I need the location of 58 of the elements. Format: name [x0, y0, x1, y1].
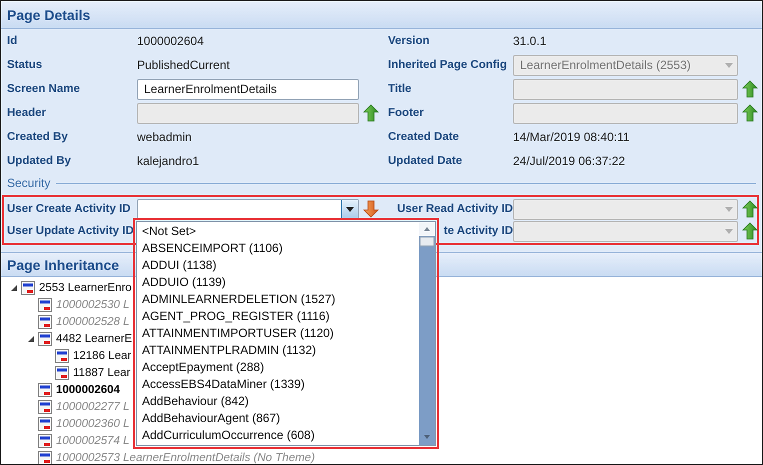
field-label: Version [388, 35, 431, 47]
page-icon [38, 434, 52, 448]
page-icon [55, 366, 69, 380]
dropdown-option[interactable]: ADDUI (1138) [142, 256, 419, 274]
field-value: 1000002604 [137, 34, 204, 48]
page-icon [38, 416, 52, 430]
field-label: Footer [388, 107, 425, 119]
field-value: PublishedCurrent [137, 58, 230, 72]
scrollbar[interactable] [419, 222, 435, 444]
field-label: User Create Activity ID [7, 203, 132, 215]
text-field[interactable]: LearnerEnrolmentDetails [137, 78, 359, 100]
field-label: Updated By [7, 155, 72, 167]
field-value: 24/Jul/2019 06:37:22 [513, 154, 626, 168]
field-value: 31.0.1 [513, 34, 546, 48]
dropdown-option[interactable]: AGENT_PROG_REGISTER (1116) [142, 308, 419, 324]
dropdown-option[interactable]: ATTAINMENTPLRADMIN (1132) [142, 342, 419, 358]
down-arrow-icon[interactable] [363, 200, 379, 218]
dropdown-option[interactable]: AcceptEpayment (288) [142, 358, 419, 376]
field-label: Inherited Page Config [388, 59, 508, 71]
field-label: Created By [7, 131, 69, 143]
field-label: User Update Activity ID [7, 225, 135, 237]
field-label: Title [388, 83, 412, 95]
page-icon [38, 382, 52, 396]
page-icon [38, 332, 52, 346]
field-value: webadmin [137, 130, 192, 144]
dropdown-option[interactable]: <Not Set> [142, 222, 419, 240]
field-label: Id [7, 35, 18, 47]
dropdown-option[interactable]: AddBehaviour (842) [142, 392, 419, 410]
collapse-icon[interactable] [27, 334, 35, 342]
dropdown-option[interactable]: ADMINLEARNERDELETION (1527) [142, 290, 419, 308]
page-icon [21, 280, 35, 294]
tree-item[interactable]: 4482 LearnerE [56, 332, 132, 344]
field-label: Header [7, 107, 47, 119]
field-label: Screen Name [7, 83, 81, 95]
page-icon [38, 314, 52, 328]
field-label: Status [7, 59, 44, 71]
collapse-icon[interactable] [10, 284, 18, 292]
page-icon [38, 298, 52, 312]
dropdown-option[interactable]: AddCurriculumOccurrence (608) [142, 426, 419, 444]
dropdown-option[interactable]: AccessEBS4DataMiner (1339) [142, 376, 419, 392]
dropdown-option[interactable]: AddBehaviourAgent (867) [142, 410, 419, 426]
field-value: 14/Mar/2019 08:40:11 [513, 130, 630, 144]
page-icon [38, 400, 52, 414]
caret-icon[interactable] [346, 206, 354, 212]
field-label: Created Date [388, 131, 460, 143]
field-label: User Read Activity ID [396, 203, 513, 215]
dropdown-field[interactable] [137, 198, 359, 220]
tree-item[interactable]: 11887 Lear [73, 366, 130, 378]
panel-title: Page Details [1, 1, 762, 29]
tree-item[interactable]: 2553 LearnerEnro [39, 282, 132, 294]
field-label: te Activity ID [442, 225, 513, 237]
tree-item[interactable]: 1000002604 [56, 384, 120, 396]
page-icon [55, 348, 69, 362]
tree-item[interactable]: 12186 Lear [73, 350, 132, 362]
section-label: Security [7, 176, 50, 190]
dropdown-option[interactable]: ATTAINMENTIMPORTUSER (1120) [142, 324, 419, 342]
field-label: Updated Date [388, 155, 464, 167]
field-value: kalejandro1 [137, 154, 200, 168]
